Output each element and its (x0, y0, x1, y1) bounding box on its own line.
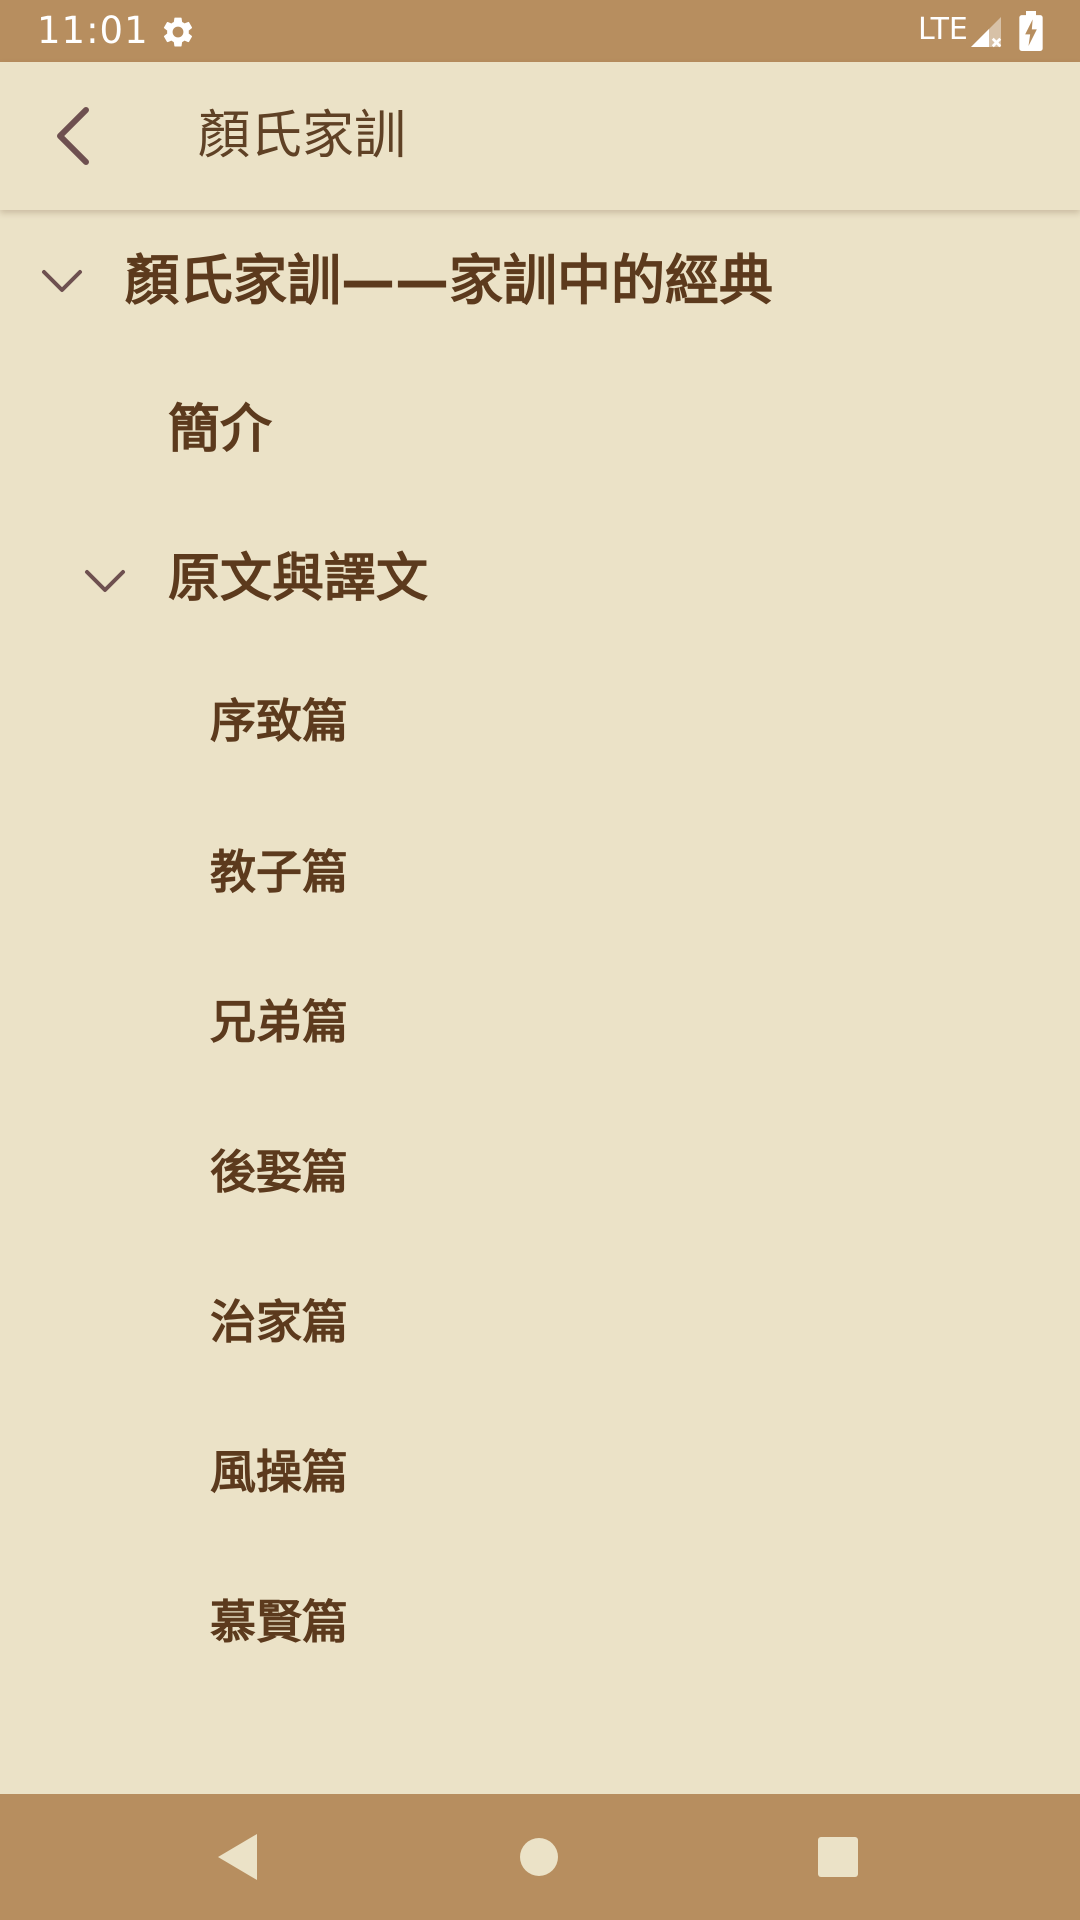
tree-item-label: 教子篇 (210, 845, 348, 899)
recents-square-icon[interactable] (798, 1817, 878, 1897)
tree-item-chapter[interactable]: 序致篇 (0, 650, 1080, 800)
tree-item-label: 序致篇 (210, 694, 348, 748)
network-type: LTE (918, 12, 968, 47)
tree-item-chapter[interactable]: 風操篇 (0, 1400, 1080, 1550)
navigation-bar (0, 1794, 1080, 1920)
tree-item-chapter[interactable]: 慕賢篇 (0, 1550, 1080, 1700)
tree-item-label: 簡介 (168, 400, 273, 460)
tree-item-label: 風操篇 (210, 1445, 348, 1499)
tree-item-root[interactable]: 顏氏家訓——家訓中的經典 (0, 210, 1080, 350)
tree-item-label: 治家篇 (210, 1295, 348, 1349)
gear-icon (163, 17, 193, 47)
tree-item-label: 後娶篇 (210, 1145, 348, 1199)
status-bar: 11:01 LTE (0, 0, 1080, 62)
tree-item-chapter[interactable]: 後娶篇 (0, 1100, 1080, 1250)
tree-item-chapter[interactable]: 兄弟篇 (0, 950, 1080, 1100)
tree-item-label: 顏氏家訓——家訓中的經典 (125, 249, 773, 312)
tree-item-intro[interactable]: 簡介 (0, 350, 1080, 510)
tree-item-label: 原文與譯文 (168, 549, 429, 609)
chevron-down-icon[interactable] (83, 560, 127, 604)
battery-charging-icon (1019, 11, 1043, 51)
app-bar: 顏氏家訓 (0, 62, 1080, 210)
tree-item-original-and-translation[interactable]: 原文與譯文 (0, 510, 1080, 650)
page-title: 顏氏家訓 (198, 106, 407, 166)
back-button[interactable] (36, 96, 116, 176)
tree-item-chapter[interactable]: 教子篇 (0, 800, 1080, 950)
home-circle-icon[interactable] (499, 1817, 579, 1897)
tree-item-chapter[interactable]: 治家篇 (0, 1250, 1080, 1400)
signal-icon (971, 17, 1002, 48)
chevron-down-icon[interactable] (40, 260, 84, 304)
tree-item-label: 兄弟篇 (210, 995, 348, 1049)
tree-item-label: 慕賢篇 (210, 1595, 348, 1649)
status-time: 11:01 (37, 9, 149, 52)
back-triangle-icon[interactable] (198, 1817, 278, 1897)
